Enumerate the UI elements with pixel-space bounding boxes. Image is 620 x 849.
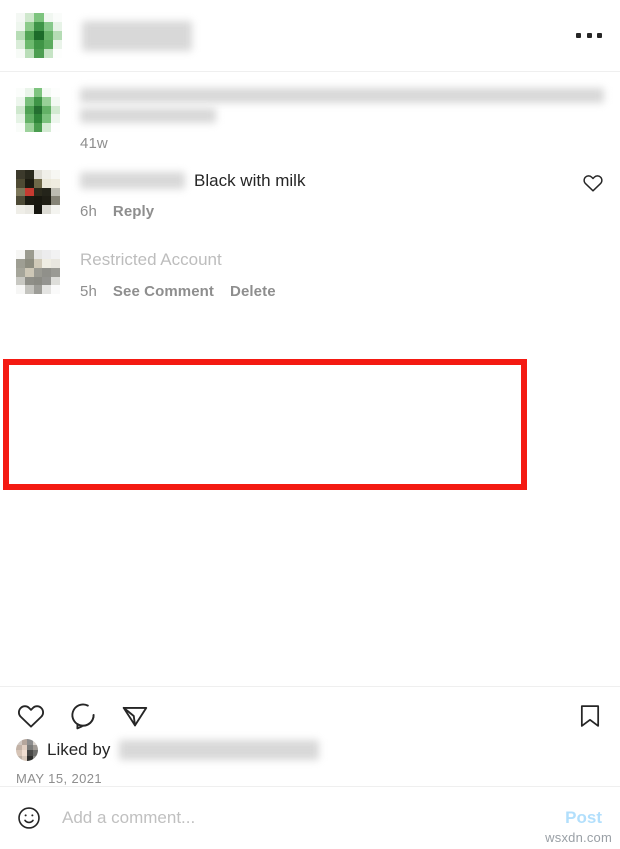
comment-bubble-icon[interactable]	[68, 701, 98, 731]
comment-body: Black with milk 6h Reply	[80, 170, 572, 220]
post-date: MAY 15, 2021	[16, 771, 102, 786]
restricted-comment-meta: 5h See Comment Delete	[80, 283, 604, 300]
restricted-avatar-gray[interactable]	[16, 250, 60, 295]
comment-meta: 6h Reply	[80, 203, 572, 220]
post-comment-button[interactable]: Post	[565, 808, 602, 828]
heart-icon[interactable]	[582, 172, 604, 194]
caption-text-redacted-line2	[80, 108, 217, 123]
post-action-bar	[0, 686, 620, 731]
comment-row: Black with milk 6h Reply	[0, 152, 620, 220]
comment-text: Black with milk	[194, 171, 306, 190]
comment-input[interactable]	[60, 807, 566, 829]
liked-by-row[interactable]: Liked by	[0, 731, 620, 761]
liker-names-redacted	[119, 740, 320, 760]
delete-button[interactable]: Delete	[230, 283, 276, 300]
restricted-timestamp: 5h	[80, 282, 97, 300]
emoji-smiley-icon[interactable]	[16, 805, 42, 831]
user-avatar-green[interactable]	[16, 12, 62, 59]
commenter-username-redacted	[80, 172, 185, 190]
caption-meta: 41w	[80, 135, 604, 152]
caption-text-redacted-line1	[80, 88, 604, 103]
restricted-comment-body: Restricted Account 5h See Comment Delete	[80, 250, 604, 299]
more-options-icon[interactable]	[576, 26, 602, 46]
post-author[interactable]	[16, 12, 576, 59]
restricted-account-label: Restricted Account	[80, 250, 222, 270]
action-icons-group	[16, 701, 150, 731]
site-watermark: wsxdn.com	[545, 830, 612, 845]
add-comment-bar: Post	[0, 786, 620, 849]
liked-by-label: Liked by	[47, 740, 111, 759]
comment-text-line: Black with milk	[80, 170, 572, 191]
caption-timestamp: 41w	[80, 135, 108, 152]
commenter-avatar-dark[interactable]	[16, 170, 60, 214]
bookmark-icon[interactable]	[576, 702, 604, 730]
restricted-comment-row: Restricted Account 5h See Comment Delete	[0, 220, 620, 300]
heart-icon[interactable]	[16, 701, 46, 731]
annotation-highlight-box	[3, 359, 527, 490]
share-paperplane-icon[interactable]	[120, 701, 150, 731]
instagram-post-panel: 41w Black with milk 6h Reply Restricted …	[0, 0, 620, 849]
comments-list: 41w Black with milk 6h Reply Restricted …	[0, 72, 620, 686]
caption-avatar-green[interactable]	[16, 88, 60, 132]
caption-row: 41w	[0, 72, 620, 152]
caption-body: 41w	[80, 88, 604, 152]
reply-button[interactable]: Reply	[113, 203, 154, 220]
post-header	[0, 0, 620, 72]
author-username-redacted	[82, 20, 192, 51]
comment-timestamp: 6h	[80, 203, 97, 221]
see-comment-button[interactable]: See Comment	[113, 283, 214, 300]
liker-avatar[interactable]	[16, 739, 38, 761]
